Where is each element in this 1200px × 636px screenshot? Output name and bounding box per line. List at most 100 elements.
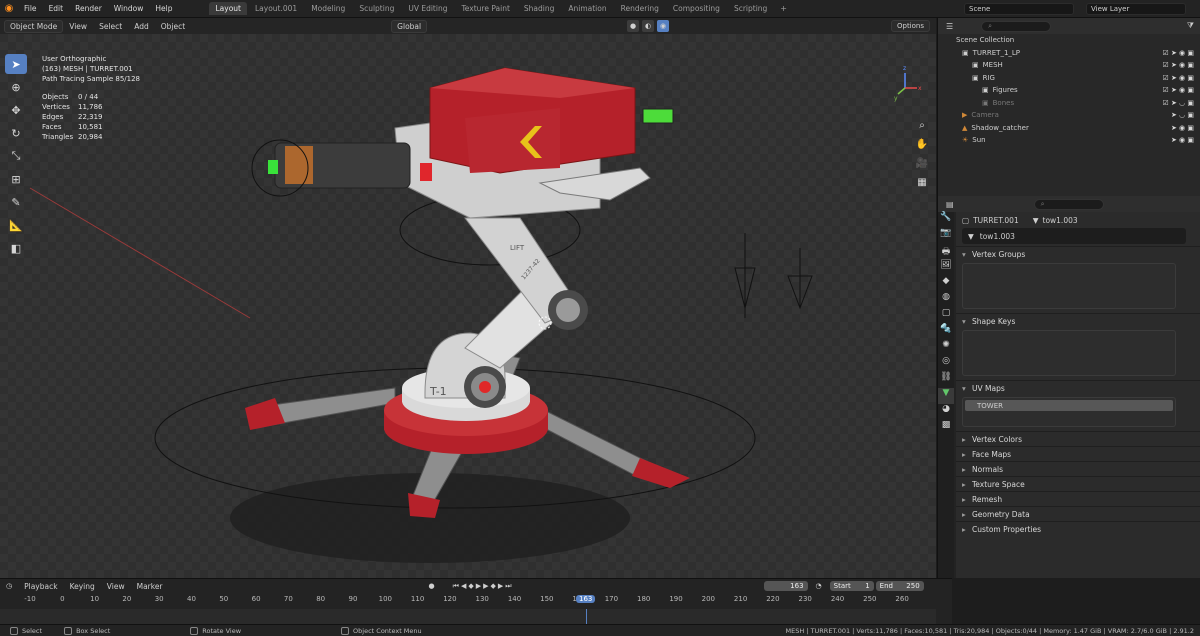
normals-header[interactable]: ▸ Normals [956, 461, 1200, 476]
camera-view-icon[interactable]: 🎥 [912, 158, 932, 169]
viewport-shading-material-icon[interactable]: ◐ [642, 20, 655, 32]
add-workspace-icon[interactable]: + [774, 4, 793, 13]
face-maps-header[interactable]: ▸ Face Maps [956, 446, 1200, 461]
tab-animation[interactable]: Animation [562, 2, 612, 15]
visibility-toggles[interactable]: ☑ ➤ ◉ ▣ [1162, 49, 1194, 57]
outliner-row[interactable]: ▣ RIG ☑ ➤ ◉ ▣ [938, 72, 1200, 85]
select-tool-icon[interactable]: ➤ [5, 54, 27, 74]
measure-tool-icon[interactable]: 📐 [5, 215, 27, 235]
properties-type-icon[interactable]: ▤ [946, 200, 954, 209]
tab-sculpting[interactable]: Sculpting [353, 2, 400, 15]
output-tab-icon[interactable]: 🖶 [938, 244, 954, 260]
cursor-tool-icon[interactable]: ⊕ [5, 77, 27, 97]
vertex-groups-header[interactable]: ▾ Vertex Groups [956, 246, 1200, 261]
tab-rendering[interactable]: Rendering [615, 2, 665, 15]
outliner-search-input[interactable]: ⌕ [981, 20, 1052, 32]
tab-scripting[interactable]: Scripting [728, 2, 773, 15]
visibility-toggles[interactable]: ☑ ➤ ◉ ▣ [1162, 74, 1194, 82]
mesh-data-field[interactable]: ▼ tow1.003 [962, 228, 1186, 244]
record-icon[interactable]: ● [429, 582, 435, 590]
particles-tab-icon[interactable]: ✺ [938, 340, 954, 356]
options-dropdown[interactable]: Options [890, 20, 930, 32]
frame-ruler[interactable]: -10 0 10 20 30 40 50 60 70 80 90 100 110 120 130 140 150… [0, 595, 936, 609]
viewport-shading-solid-icon[interactable]: ● [627, 20, 640, 32]
properties-search-input[interactable]: ⌕ [1033, 198, 1104, 210]
scale-tool-icon[interactable]: ⤡ [5, 146, 27, 166]
texture-tab-icon[interactable]: ▩ [938, 420, 954, 436]
outliner-row[interactable]: ▣ TURRET_1_LP ☑ ➤ ◉ ▣ [938, 47, 1200, 60]
tab-compositing[interactable]: Compositing [667, 2, 726, 15]
material-tab-icon[interactable]: ◕ [938, 404, 954, 420]
visibility-toggles[interactable]: ➤ ◉ ▣ [1171, 124, 1194, 132]
constraints-tab-icon[interactable]: ⛓ [938, 372, 954, 388]
geometry-data-header[interactable]: ▸ Geometry Data [956, 506, 1200, 521]
physics-tab-icon[interactable]: ◎ [938, 356, 954, 372]
modifier-tab-icon[interactable]: 🔩 [938, 324, 954, 340]
playback-controls-icon[interactable]: ⏮◀◆▶▶◆▶⏭ [453, 582, 514, 591]
pan-hand-icon[interactable]: ✋ [912, 139, 932, 150]
outliner-type-icon[interactable]: ☰ [946, 22, 953, 31]
outliner-row[interactable]: ▶ Camera ➤ ◡ ▣ [938, 109, 1200, 122]
object-mode-dropdown[interactable]: Object Mode [4, 19, 64, 33]
texture-space-header[interactable]: ▸ Texture Space [956, 476, 1200, 491]
annotate-tool-icon[interactable]: ✎ [5, 192, 27, 212]
menu-marker[interactable]: Marker [131, 582, 169, 591]
scene-collection-row[interactable]: Scene Collection [938, 34, 1200, 47]
outliner-row[interactable]: ☀ Sun ➤ ◉ ▣ [938, 134, 1200, 147]
visibility-toggles[interactable]: ➤ ◉ ▣ [1171, 136, 1194, 144]
uv-maps-header[interactable]: ▾ UV Maps [956, 380, 1200, 395]
tab-modeling[interactable]: Modeling [305, 2, 351, 15]
shape-keys-list[interactable] [962, 330, 1176, 376]
start-frame-field[interactable]: Start 1 [829, 581, 874, 591]
scene-tab-icon[interactable]: ◆ [938, 276, 954, 292]
outliner-row[interactable]: ▲ Shadow_catcher ➤ ◉ ▣ [938, 122, 1200, 135]
timeline-type-icon[interactable]: ◷ [6, 582, 12, 590]
move-tool-icon[interactable]: ✥ [5, 100, 27, 120]
current-frame-indicator[interactable]: 163 [576, 595, 596, 603]
menu-object[interactable]: Object [155, 22, 191, 31]
filter-icon[interactable]: ⧩ [1187, 21, 1194, 31]
tab-layout-001[interactable]: Layout.001 [249, 2, 303, 15]
visibility-toggles[interactable]: ☑ ➤ ◉ ▣ [1162, 86, 1194, 94]
view-layer-selector[interactable]: View Layer [1086, 3, 1186, 15]
blender-logo-icon[interactable]: ◉ [0, 0, 18, 18]
shape-keys-header[interactable]: ▾ Shape Keys [956, 313, 1200, 328]
world-tab-icon[interactable]: ◍ [938, 292, 954, 308]
add-cube-tool-icon[interactable]: ◧ [5, 238, 27, 258]
vertex-groups-list[interactable] [962, 263, 1176, 309]
visibility-toggles[interactable]: ➤ ◡ ▣ [1171, 111, 1194, 119]
end-frame-field[interactable]: End 250 [875, 581, 924, 591]
scene-selector[interactable]: Scene [964, 3, 1074, 15]
menu-add[interactable]: Add [128, 22, 155, 31]
menu-render[interactable]: Render [69, 4, 108, 13]
rotate-tool-icon[interactable]: ↻ [5, 123, 27, 143]
menu-keying[interactable]: Keying [64, 582, 101, 591]
menu-edit[interactable]: Edit [43, 4, 70, 13]
view-layer-tab-icon[interactable]: 🖼 [938, 260, 954, 276]
zoom-icon[interactable]: ⌕ [912, 120, 932, 131]
menu-window[interactable]: Window [108, 4, 150, 13]
vertex-colors-header[interactable]: ▸ Vertex Colors [956, 431, 1200, 446]
transform-orientation-dropdown[interactable]: Global [391, 19, 428, 33]
object-tab-icon[interactable]: ▢ [938, 308, 954, 324]
timeline-track[interactable] [0, 609, 936, 625]
3d-viewport[interactable]: T-1 LIFT 1237-42 z x y Object Mode View … [0, 18, 936, 578]
outliner-row[interactable]: ▣ MESH ☑ ➤ ◉ ▣ [938, 59, 1200, 72]
tab-layout[interactable]: Layout [209, 2, 247, 15]
outliner-row[interactable]: ▣ Bones ☑ ➤ ◡ ▣ [938, 97, 1200, 110]
menu-view[interactable]: View [101, 582, 131, 591]
transform-tool-icon[interactable]: ⊞ [5, 169, 27, 189]
current-frame-field[interactable]: 163 [763, 581, 808, 591]
menu-playback[interactable]: Playback [18, 582, 63, 591]
tab-uv-editing[interactable]: UV Editing [402, 2, 453, 15]
outliner-row[interactable]: ▣ Figures ☑ ➤ ◉ ▣ [938, 84, 1200, 97]
render-tab-icon[interactable]: 📷 [938, 228, 954, 244]
uv-map-item[interactable]: TOWER [965, 400, 1173, 411]
tab-shading[interactable]: Shading [518, 2, 560, 15]
visibility-toggles[interactable]: ☑ ➤ ◉ ▣ [1162, 61, 1194, 69]
turret-scene[interactable]: T-1 LIFT 1237-42 z x y [0, 18, 936, 578]
tool-tab-icon[interactable]: 🔧 [938, 212, 954, 228]
mesh-data-tab-icon[interactable]: ▼ [938, 388, 954, 404]
ortho-grid-icon[interactable]: ▦ [912, 177, 932, 188]
menu-help[interactable]: Help [149, 4, 178, 13]
